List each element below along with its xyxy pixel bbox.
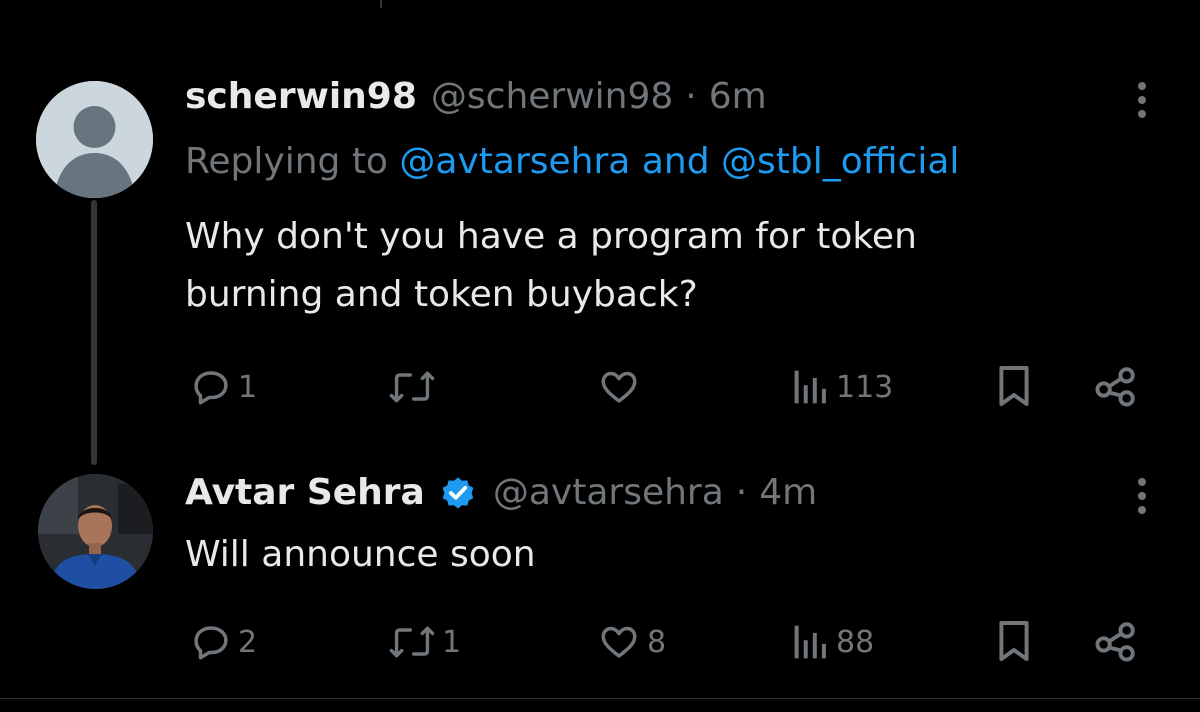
views-button[interactable]: 113 [792,365,893,409]
like-button[interactable] [597,365,647,409]
share-button[interactable] [1093,619,1139,663]
verified-badge-icon [442,477,474,509]
like-button[interactable]: 8 [597,620,666,664]
share-icon [1095,367,1135,407]
like-count: 8 [647,624,667,660]
like-icon [601,371,637,403]
timestamp[interactable]: 4m [759,471,817,515]
tweet-header: Avtar Sehra @avtarsehra · 4m [185,471,817,515]
thread-connector-top [380,0,382,8]
reply-count: 2 [238,624,258,660]
more-icon [1138,82,1146,118]
like-icon [601,626,637,658]
tweet-text: Will announce soon [185,526,1145,584]
share-icon [1095,622,1135,662]
user-handle[interactable]: @avtarsehra [493,471,724,515]
bookmark-button[interactable] [996,619,1032,663]
mention-avtarsehra[interactable]: @avtarsehra [399,141,630,182]
tweet-header: scherwin98 @scherwin98 · 6m [185,75,767,119]
tweet-text: Why don't you have a program for token b… [185,208,1145,324]
views-count: 113 [836,369,894,405]
display-name[interactable]: Avtar Sehra [185,471,425,515]
default-profile-icon [36,81,153,198]
separator: · [735,472,748,513]
more-options-button[interactable] [1122,474,1162,518]
views-button[interactable]: 88 [792,620,874,664]
bookmark-button[interactable] [996,364,1032,408]
views-count: 88 [836,624,875,660]
display-name[interactable]: scherwin98 [185,75,417,119]
repost-button[interactable]: 1 [388,620,461,664]
repost-icon [389,626,435,658]
thread-line [91,200,97,465]
divider [0,698,1200,699]
avatar-scherwin98[interactable] [36,81,153,198]
bookmark-icon [999,621,1029,661]
replying-to-label: Replying to [185,141,388,182]
profile-photo [38,474,153,589]
reply-count: 1 [238,369,258,405]
mention-stbl-official[interactable]: @stbl_official [721,141,959,182]
tweet-text-line: Why don't you have a program for token [185,216,917,257]
mention-conjunction[interactable]: and [642,141,710,182]
avatar-avtar-sehra[interactable] [38,474,153,589]
repost-button[interactable] [388,365,442,409]
timestamp[interactable]: 6m [709,75,767,119]
tweet-text-line: Will announce soon [185,534,536,575]
user-handle[interactable]: @scherwin98 [431,75,673,119]
repost-count: 1 [442,624,462,660]
reply-button[interactable]: 1 [190,365,257,409]
reply-icon [194,626,228,660]
more-options-button[interactable] [1122,78,1162,122]
views-icon [794,625,826,659]
bookmark-icon [999,366,1029,406]
share-button[interactable] [1093,364,1139,408]
repost-icon [389,371,435,403]
tweet-text-line: burning and token buyback? [185,274,698,315]
replying-to: Replying to @avtarsehra and @stbl_offici… [185,140,959,184]
reply-button[interactable]: 2 [190,620,257,664]
reply-icon [194,371,228,405]
views-icon [794,370,826,404]
separator: · [685,76,697,117]
more-icon [1138,478,1146,514]
